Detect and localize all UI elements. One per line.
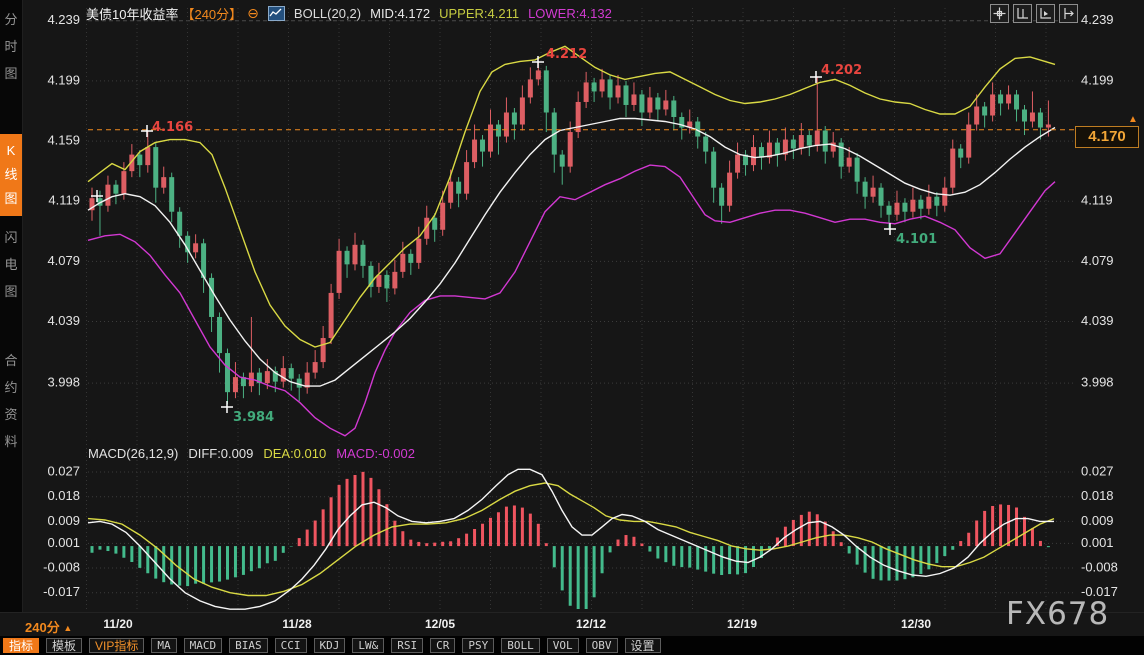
price-marker-icon[interactable]: ▲ xyxy=(1128,114,1138,125)
svg-text:3.984: 3.984 xyxy=(233,410,274,425)
period-tag[interactable]: 【240分】 xyxy=(181,4,242,23)
x-label: 11/28 xyxy=(275,617,319,631)
svg-text:-0.017: -0.017 xyxy=(43,584,80,599)
indicator-rsi[interactable]: RSI xyxy=(391,638,423,653)
current-price-badge: 4.170 xyxy=(1075,126,1139,148)
indicator-psy[interactable]: PSY xyxy=(462,638,494,653)
grid-layer xyxy=(87,8,1076,610)
x-label: 12/12 xyxy=(569,617,613,631)
boll-mid-value: MID:4.172 xyxy=(370,6,430,21)
sidebar-tab-contract-info[interactable]: 合约资料 xyxy=(0,347,22,455)
watermark: FX678 xyxy=(1006,596,1109,632)
x-label: 12/05 xyxy=(418,617,462,631)
pan-icon[interactable] xyxy=(990,4,1009,23)
period-text: 240分 xyxy=(25,620,60,635)
svg-text:4.239: 4.239 xyxy=(47,12,80,27)
trading-app: 4.2394.2394.1994.1994.1594.1594.1194.119… xyxy=(0,0,1144,655)
macd-params: MACD(26,12,9) xyxy=(88,446,178,461)
indicator-lwr[interactable]: LW& xyxy=(352,638,384,653)
indicator-macd[interactable]: MACD xyxy=(184,638,223,653)
fit-view-icon[interactable] xyxy=(1059,4,1078,23)
indicator-vol[interactable]: VOL xyxy=(547,638,579,653)
collapse-icon[interactable]: ⊖ xyxy=(247,7,259,20)
svg-text:0.001: 0.001 xyxy=(47,535,80,550)
svg-text:4.119: 4.119 xyxy=(48,193,80,208)
sidebar-tab-kline-chart[interactable]: K线图 xyxy=(0,134,22,216)
indicator-toolbar: 指标 模板 VIP指标 MA MACD BIAS CCI KDJ LW& RSI… xyxy=(0,636,1144,655)
svg-text:0.027: 0.027 xyxy=(47,463,80,478)
boll-lower-value: LOWER:4.132 xyxy=(528,6,612,21)
sidebar-tab-flash-chart[interactable]: 闪电图 xyxy=(0,224,22,305)
mini-chart-icon xyxy=(268,6,285,21)
indicator-bias[interactable]: BIAS xyxy=(229,638,268,653)
svg-text:-0.008: -0.008 xyxy=(1081,559,1118,574)
svg-text:4.212: 4.212 xyxy=(546,47,587,62)
svg-text:3.998: 3.998 xyxy=(47,375,80,390)
svg-text:-0.008: -0.008 xyxy=(43,559,80,574)
macd-diff-value: DIFF:0.009 xyxy=(188,446,253,461)
tab-template[interactable]: 模板 xyxy=(46,638,82,653)
macd-layer xyxy=(88,469,1054,609)
svg-text:4.039: 4.039 xyxy=(1081,313,1114,328)
indicator-ma[interactable]: MA xyxy=(151,638,176,653)
x-axis-row: 240分 ▲ 11/20 11/28 12/05 12/12 12/19 12/… xyxy=(0,612,1144,637)
svg-text:4.119: 4.119 xyxy=(1081,193,1113,208)
chart-header: 美债10年收益率 【240分】 ⊖ BOLL(20,2) MID:4.172 U… xyxy=(86,4,612,23)
indicator-kdj[interactable]: KDJ xyxy=(314,638,346,653)
indicator-name: BOLL(20,2) xyxy=(294,6,361,21)
svg-text:4.199: 4.199 xyxy=(47,72,80,87)
sidebar-tab-time-chart[interactable]: 分时图 xyxy=(0,6,22,87)
svg-text:0.027: 0.027 xyxy=(1081,463,1114,478)
x-label: 11/20 xyxy=(96,617,140,631)
period-arrow-icon: ▲ xyxy=(63,623,72,633)
svg-text:3.998: 3.998 xyxy=(1081,375,1114,390)
svg-text:4.202: 4.202 xyxy=(821,63,862,78)
svg-text:4.199: 4.199 xyxy=(1081,72,1114,87)
annotations-layer: 4.166 4.212 4.202 4.101 3.984 xyxy=(91,47,937,425)
macd-macd-value: MACD:-0.002 xyxy=(336,446,415,461)
instrument-title: 美债10年收益率 xyxy=(86,4,178,23)
svg-text:0.018: 0.018 xyxy=(1081,488,1114,503)
svg-text:4.039: 4.039 xyxy=(47,313,80,328)
chart-toolbar-icons xyxy=(990,4,1078,23)
chart-canvas[interactable]: 4.2394.2394.1994.1994.1594.1594.1194.119… xyxy=(0,0,1144,612)
tab-vip-indicator[interactable]: VIP指标 xyxy=(89,638,144,653)
svg-text:0.009: 0.009 xyxy=(47,513,80,528)
axis-labels-layer: 4.2394.2394.1994.1994.1594.1594.1194.119… xyxy=(43,12,1118,599)
svg-text:4.079: 4.079 xyxy=(1081,253,1114,268)
indicator-cr[interactable]: CR xyxy=(430,638,455,653)
indicator-obv[interactable]: OBV xyxy=(586,638,618,653)
x-axis-scale-icon[interactable] xyxy=(1036,4,1055,23)
boll-upper-value: UPPER:4.211 xyxy=(439,6,519,21)
svg-text:0.009: 0.009 xyxy=(1081,513,1114,528)
y-axis-scale-icon[interactable] xyxy=(1013,4,1032,23)
macd-header: MACD(26,12,9) DIFF:0.009 DEA:0.010 MACD:… xyxy=(88,446,415,461)
svg-text:4.101: 4.101 xyxy=(896,232,937,247)
x-label: 12/19 xyxy=(720,617,764,631)
indicator-cci[interactable]: CCI xyxy=(275,638,307,653)
svg-text:4.239: 4.239 xyxy=(1081,12,1114,27)
svg-text:4.159: 4.159 xyxy=(47,133,80,148)
svg-text:0.018: 0.018 xyxy=(47,488,80,503)
sidebar: 分时图 K线图 闪电图 合约资料 xyxy=(0,0,23,612)
macd-dea-value: DEA:0.010 xyxy=(263,446,326,461)
svg-text:4.079: 4.079 xyxy=(47,253,80,268)
svg-text:0.001: 0.001 xyxy=(1081,535,1114,550)
settings-button[interactable]: 设置 xyxy=(625,638,661,653)
x-label: 12/30 xyxy=(894,617,938,631)
tab-indicator[interactable]: 指标 xyxy=(3,638,39,653)
period-selector[interactable]: 240分 ▲ xyxy=(25,617,72,636)
svg-text:4.166: 4.166 xyxy=(152,120,193,135)
indicator-boll[interactable]: BOLL xyxy=(501,638,540,653)
